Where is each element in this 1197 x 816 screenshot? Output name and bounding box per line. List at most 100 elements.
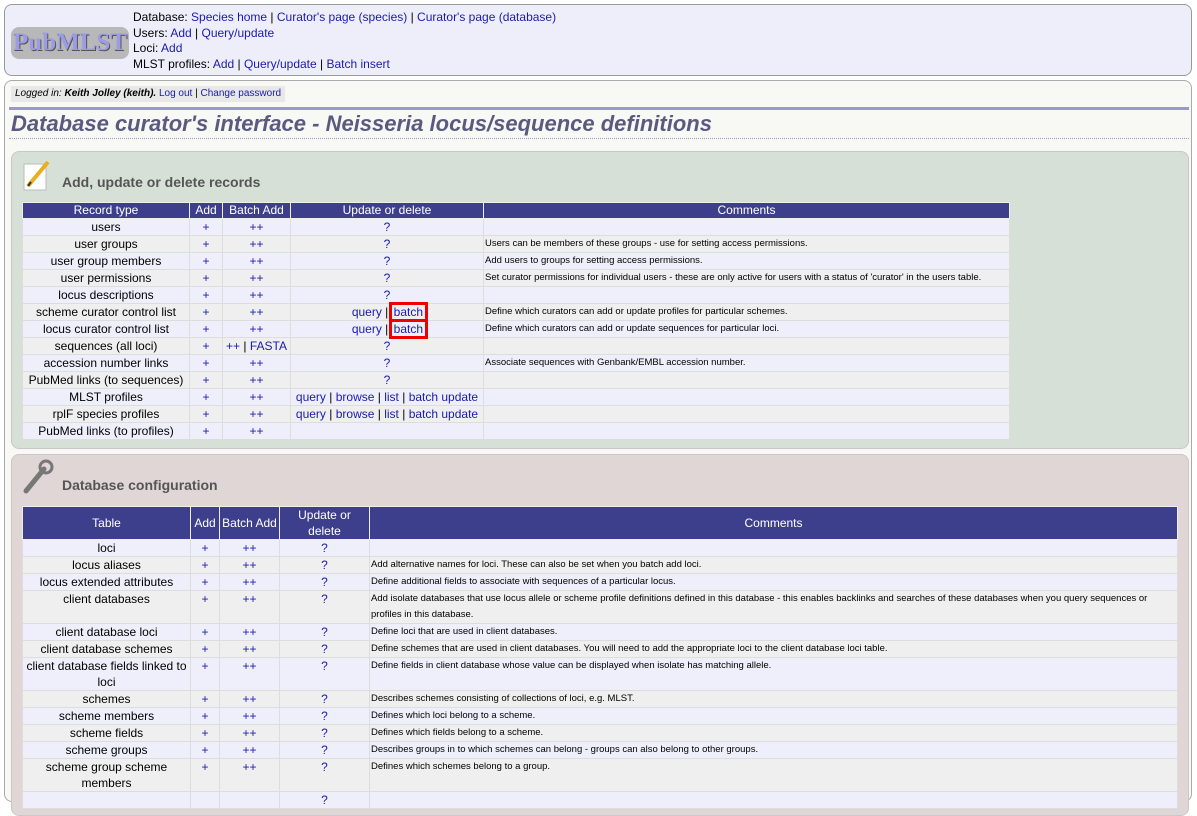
batch-add-link[interactable]: ++ — [249, 356, 263, 370]
batch-add-link[interactable]: ++ — [249, 373, 263, 387]
add-link[interactable]: + — [202, 339, 209, 353]
update-link[interactable]: ? — [321, 592, 328, 606]
update-link[interactable]: ? — [321, 659, 328, 673]
add-link[interactable]: + — [201, 709, 208, 723]
add-link[interactable]: + — [201, 692, 208, 706]
batch-link[interactable]: ++ — [242, 760, 256, 774]
Query-update-link[interactable]: Query/update — [202, 26, 275, 40]
batch-update-link[interactable]: batch update — [409, 390, 478, 404]
update-link[interactable]: ? — [321, 625, 328, 639]
update-link[interactable]: ? — [321, 743, 328, 757]
query-link[interactable]: query — [352, 322, 382, 336]
browse-link[interactable]: browse — [336, 407, 375, 421]
Add-link[interactable]: Add — [213, 57, 234, 71]
batch-add-link[interactable]: ++ — [249, 424, 263, 438]
add-link[interactable]: + — [202, 356, 209, 370]
add-link[interactable]: + — [202, 254, 209, 268]
batch-add-link[interactable]: ++ — [249, 390, 263, 404]
query-link[interactable]: query — [296, 390, 326, 404]
--link[interactable]: ? — [384, 356, 391, 370]
add-link[interactable]: + — [202, 407, 209, 421]
add-link[interactable]: + — [202, 322, 209, 336]
update-link[interactable]: ? — [321, 541, 328, 555]
update-link[interactable]: ? — [321, 642, 328, 656]
update-link[interactable]: ? — [321, 726, 328, 740]
batch-link[interactable]: batch — [388, 302, 429, 322]
browse-link[interactable]: browse — [336, 390, 375, 404]
batch-link[interactable]: ++ — [242, 558, 256, 572]
query-link[interactable]: query — [352, 305, 382, 319]
pubmlst-logo[interactable]: PubMLST — [11, 27, 129, 59]
update-link[interactable]: ? — [321, 558, 328, 572]
batch-update-link[interactable]: batch update — [409, 407, 478, 421]
--link[interactable]: ? — [384, 288, 391, 302]
Batch-insert-link[interactable]: Batch insert — [326, 57, 389, 71]
batch-add-link[interactable]: ++ — [249, 322, 263, 336]
list-link[interactable]: list — [384, 407, 399, 421]
batch-add-link[interactable]: ++ — [249, 237, 263, 251]
table-row: locus aliases + ++? Add alternative names f… — [22, 556, 1178, 574]
add-link[interactable]: + — [201, 726, 208, 740]
Curator-s-page-database--link[interactable]: Curator's page (database) — [417, 10, 556, 24]
Add-link[interactable]: Add — [161, 41, 182, 55]
Query-update-link[interactable]: Query/update — [244, 57, 317, 71]
batch-link[interactable]: ++ — [242, 625, 256, 639]
--link[interactable]: ? — [384, 237, 391, 251]
update-link[interactable]: ? — [321, 575, 328, 589]
change-password-link[interactable]: Change password — [201, 88, 282, 99]
--link[interactable]: ? — [384, 373, 391, 387]
update-link[interactable]: ? — [321, 760, 328, 774]
add-link[interactable]: + — [202, 237, 209, 251]
logout-link[interactable]: Log out — [159, 88, 192, 99]
batch-link[interactable]: batch — [388, 319, 429, 339]
batch-link[interactable]: ++ — [242, 743, 256, 757]
batch-link[interactable]: ++ — [242, 726, 256, 740]
FASTA-link[interactable]: FASTA — [250, 339, 287, 353]
update-link[interactable]: ? — [321, 793, 328, 807]
Curator-s-page-species--link[interactable]: Curator's page (species) — [277, 10, 407, 24]
add-link[interactable]: + — [202, 305, 209, 319]
batch-add-link[interactable]: ++ — [249, 288, 263, 302]
update-link[interactable]: ? — [321, 692, 328, 706]
add-link[interactable]: + — [202, 220, 209, 234]
add-link[interactable]: + — [202, 271, 209, 285]
Species-home-link[interactable]: Species home — [191, 10, 267, 24]
batch-add-link[interactable]: ++ — [249, 305, 263, 319]
add-cell: + — [189, 388, 223, 406]
batch-add-link[interactable]: ++ — [249, 271, 263, 285]
batch-link[interactable]: ++ — [242, 592, 256, 606]
batch-link[interactable]: ++ — [242, 659, 256, 673]
add-link[interactable]: + — [201, 541, 208, 555]
batch-add-link[interactable]: ++ — [249, 254, 263, 268]
add-link[interactable]: + — [202, 390, 209, 404]
batch-link[interactable]: ++ — [242, 575, 256, 589]
batch-link[interactable]: ++ — [242, 541, 256, 555]
--link[interactable]: ? — [384, 271, 391, 285]
Add-link[interactable]: Add — [170, 26, 191, 40]
list-link[interactable]: list — [384, 390, 399, 404]
add-link[interactable]: + — [201, 558, 208, 572]
batch-link[interactable]: ++ — [242, 642, 256, 656]
batch-add-link[interactable]: ++ — [249, 407, 263, 421]
--link[interactable]: ? — [384, 220, 391, 234]
update-link[interactable]: ? — [321, 709, 328, 723]
add-link[interactable]: + — [201, 575, 208, 589]
--link[interactable]: ? — [384, 254, 391, 268]
add-link[interactable]: + — [201, 592, 208, 606]
add-link[interactable]: + — [202, 288, 209, 302]
batch-add-link[interactable]: ++ — [226, 339, 240, 353]
query-link[interactable]: query — [296, 407, 326, 421]
add-link[interactable]: + — [201, 659, 208, 673]
add-link[interactable]: + — [201, 760, 208, 774]
add-link[interactable]: + — [202, 373, 209, 387]
add-cell: + — [190, 724, 220, 742]
add-link[interactable]: + — [201, 642, 208, 656]
add-link[interactable]: + — [201, 625, 208, 639]
batch-add-link[interactable]: ++ — [249, 220, 263, 234]
add-link[interactable]: + — [202, 424, 209, 438]
--link[interactable]: ? — [384, 339, 391, 353]
add-link[interactable]: + — [201, 743, 208, 757]
batch-link[interactable]: ++ — [242, 692, 256, 706]
batch-link[interactable]: ++ — [242, 709, 256, 723]
add-cell — [190, 791, 220, 809]
